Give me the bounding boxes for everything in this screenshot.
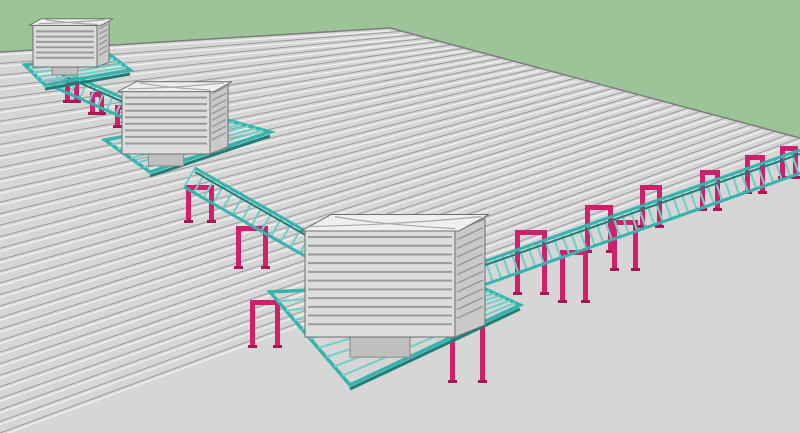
support-foot — [72, 100, 81, 103]
cooler-front-face — [304, 230, 456, 338]
support-foot — [113, 125, 122, 128]
cooler-side-face — [96, 19, 110, 68]
support-leg — [236, 226, 241, 266]
support-leg — [250, 300, 255, 345]
support-foot — [540, 292, 549, 295]
support-foot — [448, 380, 457, 383]
support-foot — [88, 112, 97, 115]
support-leg — [583, 250, 588, 300]
support-leg — [275, 300, 280, 345]
support-foot — [610, 268, 619, 271]
support-foot — [558, 300, 567, 303]
support-foot — [184, 220, 193, 223]
support-leg — [515, 230, 520, 292]
support-foot — [261, 266, 270, 269]
support-foot — [758, 191, 767, 194]
rooftop-scene — [0, 0, 800, 433]
cooler-pedestal — [147, 153, 185, 167]
support-foot — [63, 100, 72, 103]
support-foot — [248, 345, 257, 348]
support-foot — [581, 300, 590, 303]
support-foot — [234, 266, 243, 269]
support-foot — [97, 112, 106, 115]
support-foot — [478, 380, 487, 383]
support-foot — [273, 345, 282, 348]
support-foot — [631, 268, 640, 271]
support-foot — [513, 292, 522, 295]
support-foot — [207, 220, 216, 223]
cooler-pedestal — [51, 66, 79, 76]
support-foot — [713, 208, 722, 211]
cooler-pedestal — [349, 336, 411, 358]
